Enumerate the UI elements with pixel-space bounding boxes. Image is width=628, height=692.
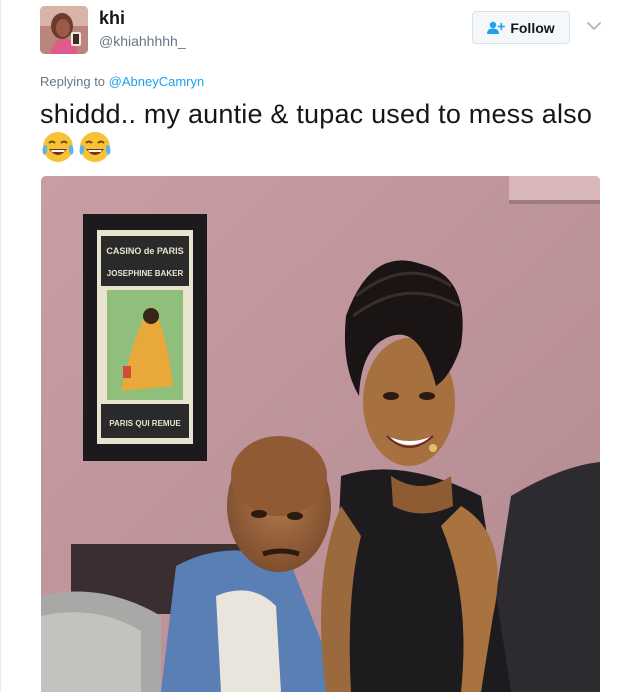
tweet-text: shiddd.. my auntie & tupac used to mess … — [40, 99, 593, 129]
photo-image: CASINO de PARIS JOSEPHINE BAKER PARIS QU… — [41, 176, 600, 692]
left-divider — [0, 0, 1, 692]
tweet-photo[interactable]: CASINO de PARIS JOSEPHINE BAKER PARIS QU… — [41, 176, 600, 692]
avatar[interactable] — [40, 6, 88, 54]
reply-handle-link[interactable]: @AbneyCamryn — [109, 74, 205, 89]
reply-prefix: Replying to — [40, 74, 109, 89]
face-with-tears-of-joy-emoji — [42, 132, 74, 162]
poster-line-1: CASINO de PARIS — [106, 246, 183, 256]
avatar-image — [40, 6, 88, 54]
emoji-row — [41, 131, 112, 165]
follow-button-label: Follow — [510, 19, 555, 36]
user-name[interactable]: khi — [99, 8, 125, 29]
user-handle[interactable]: @khiahhhhh_ — [99, 33, 186, 49]
poster-line-2: JOSEPHINE BAKER — [107, 269, 184, 278]
face-with-tears-of-joy-emoji — [79, 132, 111, 162]
chevron-down-icon[interactable] — [586, 18, 602, 34]
follow-button[interactable]: Follow — [472, 11, 570, 44]
reply-context: Replying to @AbneyCamryn — [40, 74, 204, 89]
add-user-icon — [487, 21, 506, 34]
poster-line-3: PARIS QUI REMUE — [109, 419, 181, 428]
